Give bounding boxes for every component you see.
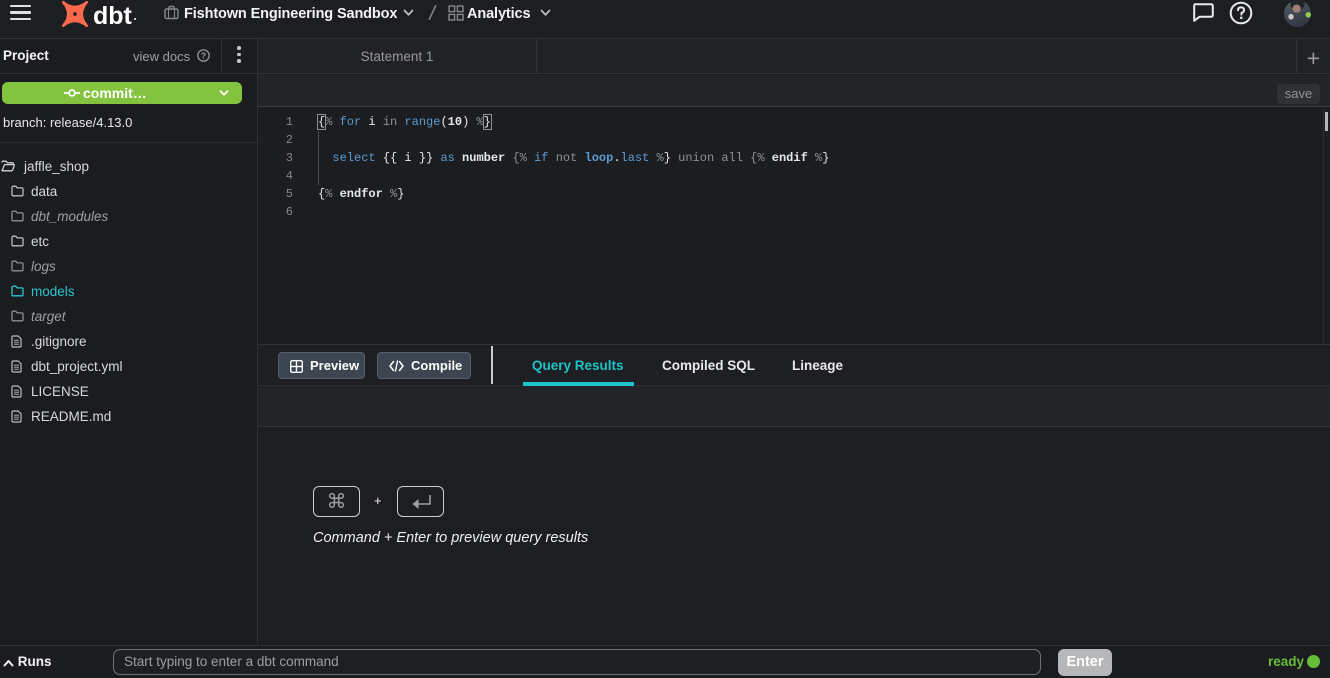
svg-text:?: ? xyxy=(201,50,206,60)
